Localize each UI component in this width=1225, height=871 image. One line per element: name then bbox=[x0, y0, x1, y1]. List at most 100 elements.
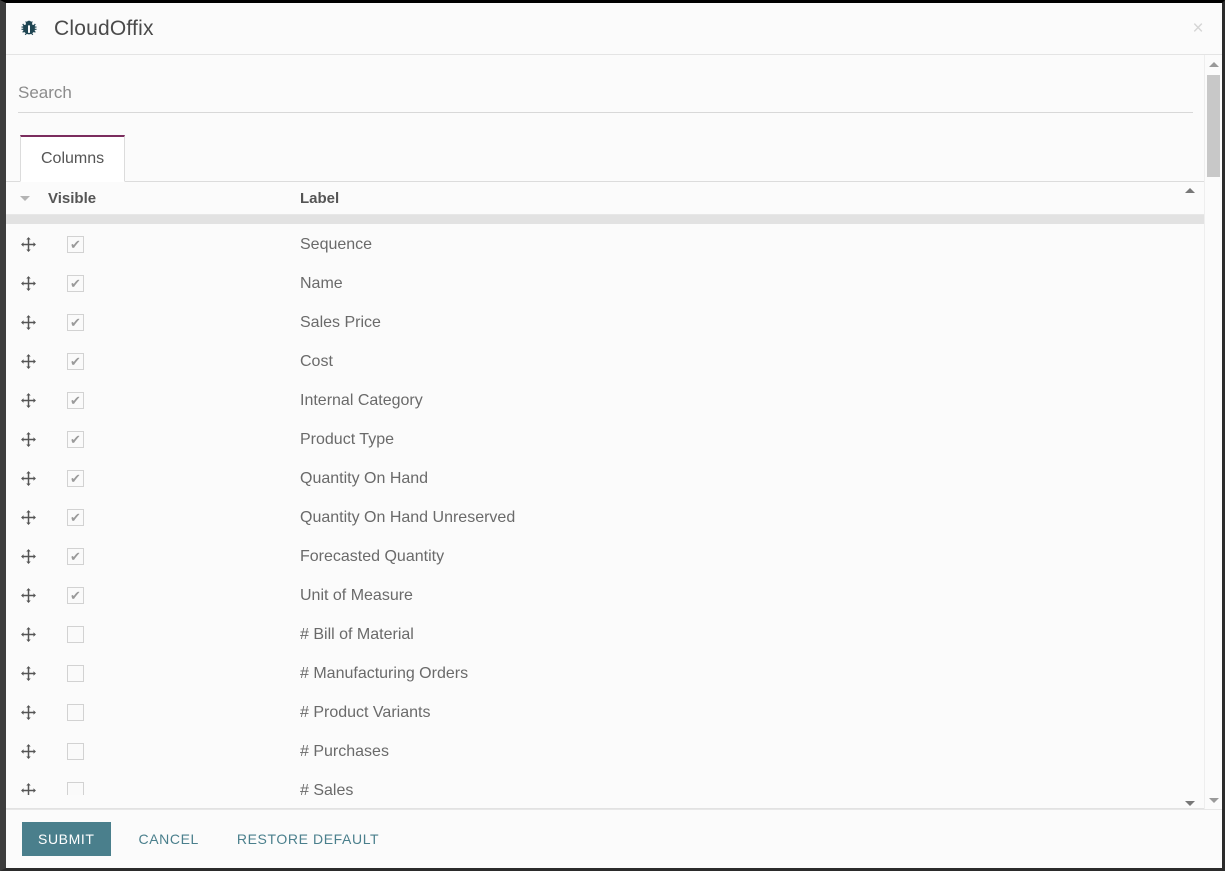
table-row: ✔ Sequence bbox=[6, 225, 1205, 264]
drag-handle-icon[interactable] bbox=[20, 665, 48, 682]
column-header-visible[interactable]: Visible bbox=[48, 190, 300, 207]
visible-cell bbox=[48, 626, 300, 643]
row-label: Cost bbox=[300, 352, 333, 370]
vertical-scrollbar[interactable] bbox=[1204, 55, 1222, 809]
row-label: Name bbox=[300, 274, 343, 292]
tab-bar: Columns bbox=[6, 134, 1205, 182]
table-row: ✔ Product Type bbox=[6, 420, 1205, 459]
drag-handle-icon[interactable] bbox=[20, 275, 48, 292]
check-icon: ✔ bbox=[70, 510, 81, 525]
check-icon: ✔ bbox=[70, 471, 81, 486]
visible-checkbox[interactable]: ✔ bbox=[67, 548, 84, 565]
visible-cell: ✔ bbox=[48, 509, 300, 526]
visible-checkbox[interactable] bbox=[67, 704, 84, 721]
horizontal-scrollbar-thumb[interactable] bbox=[6, 215, 1193, 224]
tab-columns-label: Columns bbox=[41, 150, 105, 167]
row-label: Quantity On Hand bbox=[300, 469, 429, 487]
close-icon[interactable]: × bbox=[1188, 19, 1208, 39]
row-label: Sales Price bbox=[300, 313, 381, 331]
drag-handle-icon[interactable] bbox=[20, 470, 48, 487]
visible-cell: ✔ bbox=[48, 275, 300, 292]
bug-icon bbox=[18, 18, 40, 40]
row-label: # Purchases bbox=[300, 742, 389, 760]
table-row: ✔ Name bbox=[6, 264, 1205, 303]
scrollbar-down-arrow-icon[interactable] bbox=[1205, 793, 1222, 807]
visible-checkbox[interactable]: ✔ bbox=[67, 470, 84, 487]
visible-checkbox[interactable] bbox=[67, 665, 84, 682]
table-rows: ✔ Sequence ✔ Name ✔ Sales Price ✔ Cost ✔ Internal… bbox=[6, 225, 1205, 795]
chevron-down-icon[interactable] bbox=[20, 195, 48, 201]
content-column: Columns Visible Label ✔ Sequence ✔ Name ✔ Sal… bbox=[6, 55, 1205, 809]
visible-cell bbox=[48, 743, 300, 760]
app-title: CloudOffix bbox=[54, 16, 154, 40]
dialog-footer: SUBMIT CANCEL RESTORE DEFAULT bbox=[6, 809, 1222, 868]
drag-handle-icon[interactable] bbox=[20, 743, 48, 760]
visible-checkbox[interactable]: ✔ bbox=[67, 431, 84, 448]
tab-columns[interactable]: Columns bbox=[20, 135, 126, 182]
cancel-button[interactable]: CANCEL bbox=[129, 822, 209, 856]
visible-cell bbox=[48, 665, 300, 682]
check-icon: ✔ bbox=[70, 549, 81, 564]
check-icon: ✔ bbox=[70, 237, 81, 252]
table-row: # Manufacturing Orders bbox=[6, 654, 1205, 693]
drag-handle-icon[interactable] bbox=[20, 236, 48, 253]
visible-checkbox[interactable]: ✔ bbox=[67, 353, 84, 370]
visible-checkbox[interactable] bbox=[67, 626, 84, 643]
table-row: # Product Variants bbox=[6, 693, 1205, 732]
visible-checkbox[interactable]: ✔ bbox=[67, 587, 84, 604]
check-icon: ✔ bbox=[70, 588, 81, 603]
check-icon: ✔ bbox=[70, 432, 81, 447]
visible-checkbox[interactable] bbox=[67, 743, 84, 760]
row-label: Sequence bbox=[300, 235, 373, 253]
visible-cell: ✔ bbox=[48, 392, 300, 409]
vertical-scrollbar-thumb[interactable] bbox=[1207, 75, 1220, 177]
visible-cell: ✔ bbox=[48, 236, 300, 253]
drag-handle-icon[interactable] bbox=[20, 314, 48, 331]
search-area bbox=[6, 55, 1205, 113]
visible-checkbox[interactable]: ✔ bbox=[67, 236, 84, 253]
visible-checkbox[interactable]: ✔ bbox=[67, 509, 84, 526]
visible-cell bbox=[48, 782, 300, 795]
restore-default-button[interactable]: RESTORE DEFAULT bbox=[227, 822, 389, 856]
row-label: Internal Category bbox=[300, 391, 423, 409]
drag-handle-icon[interactable] bbox=[20, 353, 48, 370]
columns-table: Visible Label ✔ Sequence ✔ Name ✔ Sales Price… bbox=[6, 182, 1205, 809]
table-row: # Bill of Material bbox=[6, 615, 1205, 654]
table-row: # Sales bbox=[6, 771, 1205, 795]
table-row: ✔ Sales Price bbox=[6, 303, 1205, 342]
visible-cell: ✔ bbox=[48, 548, 300, 565]
drag-handle-icon[interactable] bbox=[20, 392, 48, 409]
drag-handle-icon[interactable] bbox=[20, 548, 48, 565]
visible-checkbox[interactable]: ✔ bbox=[67, 314, 84, 331]
drag-handle-icon[interactable] bbox=[20, 431, 48, 448]
drag-handle-icon[interactable] bbox=[20, 509, 48, 526]
drag-handle-icon[interactable] bbox=[20, 626, 48, 643]
visible-checkbox[interactable] bbox=[67, 782, 84, 795]
scrollbar-up-arrow-icon[interactable] bbox=[1205, 57, 1222, 71]
table-row: ✔ Quantity On Hand bbox=[6, 459, 1205, 498]
submit-button[interactable]: SUBMIT bbox=[22, 822, 111, 856]
check-icon: ✔ bbox=[70, 315, 81, 330]
row-label: Unit of Measure bbox=[300, 586, 413, 604]
row-label: Product Type bbox=[300, 430, 394, 448]
table-header-row: Visible Label bbox=[6, 182, 1205, 215]
column-header-label[interactable]: Label bbox=[300, 190, 339, 207]
row-label: Quantity On Hand Unreserved bbox=[300, 508, 516, 526]
drag-handle-icon[interactable] bbox=[20, 587, 48, 604]
search-input[interactable] bbox=[18, 83, 1193, 113]
table-row: ✔ Internal Category bbox=[6, 381, 1205, 420]
scroll-up-icon[interactable] bbox=[1183, 184, 1197, 196]
row-label: # Manufacturing Orders bbox=[300, 664, 469, 682]
drag-handle-icon[interactable] bbox=[20, 704, 48, 721]
horizontal-scrollbar[interactable] bbox=[6, 215, 1205, 224]
visible-cell bbox=[48, 704, 300, 721]
visible-checkbox[interactable]: ✔ bbox=[67, 392, 84, 409]
drag-handle-icon[interactable] bbox=[20, 782, 48, 795]
table-row: ✔ Cost bbox=[6, 342, 1205, 381]
check-icon: ✔ bbox=[70, 276, 81, 291]
dialog-body: Columns Visible Label ✔ Sequence ✔ Name ✔ Sal… bbox=[6, 55, 1222, 809]
visible-checkbox[interactable]: ✔ bbox=[67, 275, 84, 292]
table-row: ✔ Quantity On Hand Unreserved bbox=[6, 498, 1205, 537]
visible-cell: ✔ bbox=[48, 470, 300, 487]
visible-cell: ✔ bbox=[48, 587, 300, 604]
